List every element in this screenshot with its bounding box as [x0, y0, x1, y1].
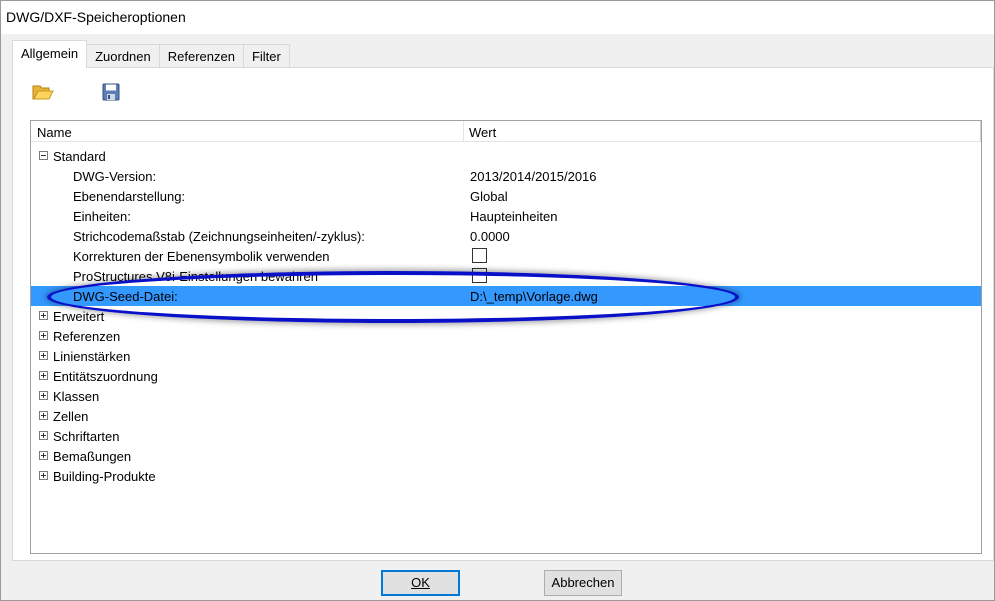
property-label: Korrekturen der Ebenensymbolik verwenden: [73, 249, 330, 264]
expand-icon[interactable]: [39, 411, 48, 420]
group-label: Schriftarten: [53, 429, 120, 444]
property-label: Ebenendarstellung:: [73, 189, 186, 204]
tab-filter[interactable]: Filter: [242, 44, 290, 68]
group-klassen[interactable]: Klassen: [31, 386, 981, 406]
expand-icon[interactable]: [39, 451, 48, 460]
property-label: ProStructures V8i-Einstellungen bewahren: [73, 269, 318, 284]
property-label: DWG-Version:: [73, 169, 157, 184]
expand-icon[interactable]: [39, 471, 48, 480]
property-row-dwg-seed-datei[interactable]: DWG-Seed-Datei: D:\_temp\Vorlage.dwg: [31, 286, 981, 306]
property-row-einheiten[interactable]: Einheiten: Haupteinheiten: [31, 206, 981, 226]
column-header-name[interactable]: Name: [37, 125, 72, 140]
expand-icon[interactable]: [39, 351, 48, 360]
property-label: Einheiten:: [73, 209, 131, 224]
group-label: Erweitert: [53, 309, 105, 324]
property-row-ebenendarstellung[interactable]: Ebenendarstellung: Global: [31, 186, 981, 206]
group-label: Referenzen: [53, 329, 121, 344]
folder-open-icon: [32, 85, 54, 100]
group-schriftarten[interactable]: Schriftarten: [31, 426, 981, 446]
expand-icon[interactable]: [39, 331, 48, 340]
expand-icon[interactable]: [39, 371, 48, 380]
group-label: Standard: [53, 149, 106, 164]
ok-button[interactable]: OK: [381, 570, 460, 596]
group-zellen[interactable]: Zellen: [31, 406, 981, 426]
expand-icon[interactable]: [39, 311, 48, 320]
expand-icon[interactable]: [39, 431, 48, 440]
property-row-korrekturen[interactable]: Korrekturen der Ebenensymbolik verwenden: [31, 246, 981, 266]
tab-referenzen[interactable]: Referenzen: [158, 44, 244, 68]
group-label: Building-Produkte: [53, 469, 156, 484]
expand-icon[interactable]: [39, 391, 48, 400]
group-label: Bemaßungen: [53, 449, 132, 464]
column-divider[interactable]: [463, 121, 464, 142]
property-label: DWG-Seed-Datei:: [73, 289, 178, 304]
ok-button-label: OK: [411, 575, 430, 590]
property-value[interactable]: Global: [470, 189, 508, 204]
property-row-prostructures[interactable]: ProStructures V8i-Einstellungen bewahren: [31, 266, 981, 286]
tab-zuordnen[interactable]: Zuordnen: [86, 44, 160, 68]
dialog-window: DWG/DXF-Speicheroptionen Allgemein Zuord…: [0, 0, 995, 601]
column-header-value[interactable]: Wert: [469, 125, 496, 140]
property-value[interactable]: Haupteinheiten: [470, 209, 557, 224]
tab-strip: Allgemein Zuordnen Referenzen Filter: [12, 40, 290, 68]
property-label: Strichcodemaßstab (Zeichnungseinheiten/-…: [73, 229, 365, 244]
checkbox-korrekturen[interactable]: [472, 248, 487, 263]
group-building-produkte[interactable]: Building-Produkte: [31, 466, 981, 486]
property-row-strichcodemassstab[interactable]: Strichcodemaßstab (Zeichnungseinheiten/-…: [31, 226, 981, 246]
cancel-button[interactable]: Abbrechen: [544, 570, 622, 596]
group-label: Linienstärken: [53, 349, 131, 364]
group-standard[interactable]: Standard: [31, 146, 981, 166]
title-bar[interactable]: DWG/DXF-Speicheroptionen: [1, 1, 994, 34]
tab-allgemein[interactable]: Allgemein: [12, 40, 88, 68]
group-label: Zellen: [53, 409, 89, 424]
collapse-icon[interactable]: [39, 151, 48, 160]
save-button[interactable]: [99, 80, 123, 104]
group-label: Klassen: [53, 389, 100, 404]
property-grid[interactable]: Name Wert Standard DWG-Version: 2013/201…: [30, 120, 982, 554]
open-button[interactable]: [31, 80, 55, 104]
property-value[interactable]: 0.0000: [470, 229, 510, 244]
tab-panel-allgemein: Name Wert Standard DWG-Version: 2013/201…: [12, 67, 994, 561]
window-title: DWG/DXF-Speicheroptionen: [6, 9, 186, 25]
header-edge: [980, 121, 981, 142]
property-value[interactable]: 2013/2014/2015/2016: [470, 169, 597, 184]
property-row-dwg-version[interactable]: DWG-Version: 2013/2014/2015/2016: [31, 166, 981, 186]
group-erweitert[interactable]: Erweitert: [31, 306, 981, 326]
grid-header: Name Wert: [31, 121, 981, 142]
floppy-disk-icon: [102, 83, 120, 101]
group-label: Entitätszuordnung: [53, 369, 158, 384]
group-linienstaerken[interactable]: Linienstärken: [31, 346, 981, 366]
group-referenzen[interactable]: Referenzen: [31, 326, 981, 346]
property-value[interactable]: D:\_temp\Vorlage.dwg: [470, 289, 598, 304]
group-entitaetszuordnung[interactable]: Entitätszuordnung: [31, 366, 981, 386]
checkbox-prostructures[interactable]: [472, 268, 487, 283]
group-bemassungen[interactable]: Bemaßungen: [31, 446, 981, 466]
